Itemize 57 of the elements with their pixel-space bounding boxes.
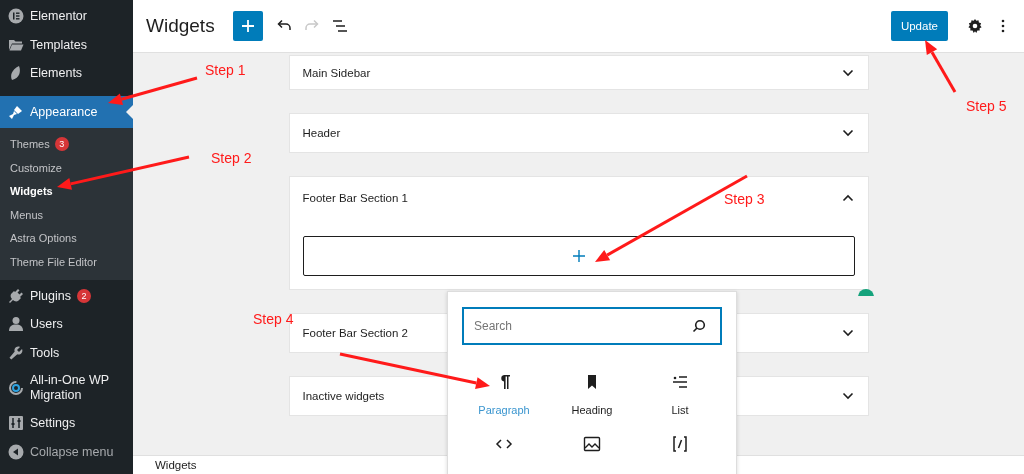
wrench-icon (8, 344, 24, 361)
chevron-down-icon[interactable] (841, 329, 854, 337)
menu-item[interactable]: All-in-One WP Migration (0, 367, 133, 409)
submenu-item[interactable]: Customize (0, 156, 133, 180)
plug-icon (8, 287, 24, 304)
search-icon (692, 319, 706, 333)
widget-area-title[interactable]: Main Sidebar (302, 66, 371, 79)
chevron-down-icon[interactable] (841, 68, 854, 77)
step-label: Step 3 (724, 191, 765, 207)
shortcode-icon (670, 434, 690, 454)
widget-area-title[interactable]: Footer Bar Section 2 (302, 327, 408, 339)
update-button[interactable]: Update (890, 11, 948, 41)
elementor-icon (8, 8, 24, 25)
count-badge: 2 (77, 288, 91, 303)
chevron-down-icon[interactable] (841, 392, 854, 400)
menu-item[interactable]: Elements (0, 59, 133, 88)
breadcrumb[interactable]: Widgets (155, 459, 197, 471)
submenu-item[interactable]: Widgets (0, 179, 133, 203)
image-icon (582, 434, 602, 454)
list-view-icon (331, 18, 348, 34)
menu-item[interactable]: Users (0, 310, 133, 339)
arrow (925, 40, 957, 93)
block-type-item[interactable]: Heading (548, 372, 636, 416)
step-label: Step 1 (205, 62, 246, 78)
chevron-down-icon[interactable] (841, 129, 854, 137)
step-label: Step 2 (211, 150, 252, 166)
menu-item[interactable]: Templates (0, 30, 133, 59)
submenu-item[interactable]: Themes 3 (0, 132, 133, 156)
submenu-item[interactable]: Menus (0, 203, 133, 227)
menu-item[interactable]: Tools (0, 338, 133, 367)
brush-icon (8, 103, 24, 120)
settings-icon (8, 415, 24, 432)
submenu-item[interactable]: Astra Options (0, 226, 133, 250)
step-label: Step 5 (966, 98, 1007, 114)
plus-icon (240, 19, 255, 33)
chevron-up-icon[interactable] (841, 194, 854, 202)
search-field[interactable]: Search (462, 307, 722, 345)
block-appender[interactable] (302, 236, 855, 276)
collapse-icon (8, 443, 24, 460)
page-title: Widgets (146, 15, 215, 37)
menu-item[interactable]: Plugins 2 (0, 281, 133, 310)
menu-item[interactable]: Appearance (0, 95, 133, 128)
menu-item[interactable]: Settings (0, 409, 133, 438)
add-block-button[interactable] (232, 11, 263, 41)
submenu-item[interactable]: Theme File Editor (0, 250, 133, 274)
step-label: Step 4 (253, 311, 294, 327)
settings-icon (967, 18, 983, 34)
more-options-icon (1001, 18, 1005, 34)
menu-item[interactable]: Elementor (0, 2, 133, 31)
widget-area-title[interactable]: Inactive widgets (302, 390, 385, 402)
widget-area-title[interactable]: Footer Bar Section 1 (302, 192, 408, 204)
plus-icon (572, 250, 585, 262)
count-badge: 3 (54, 137, 69, 152)
widget-area-title[interactable]: Header (302, 127, 341, 139)
menu-item[interactable]: Collapse menu (0, 437, 133, 466)
block-type-item[interactable]: List (636, 372, 724, 416)
user-icon (8, 316, 24, 333)
